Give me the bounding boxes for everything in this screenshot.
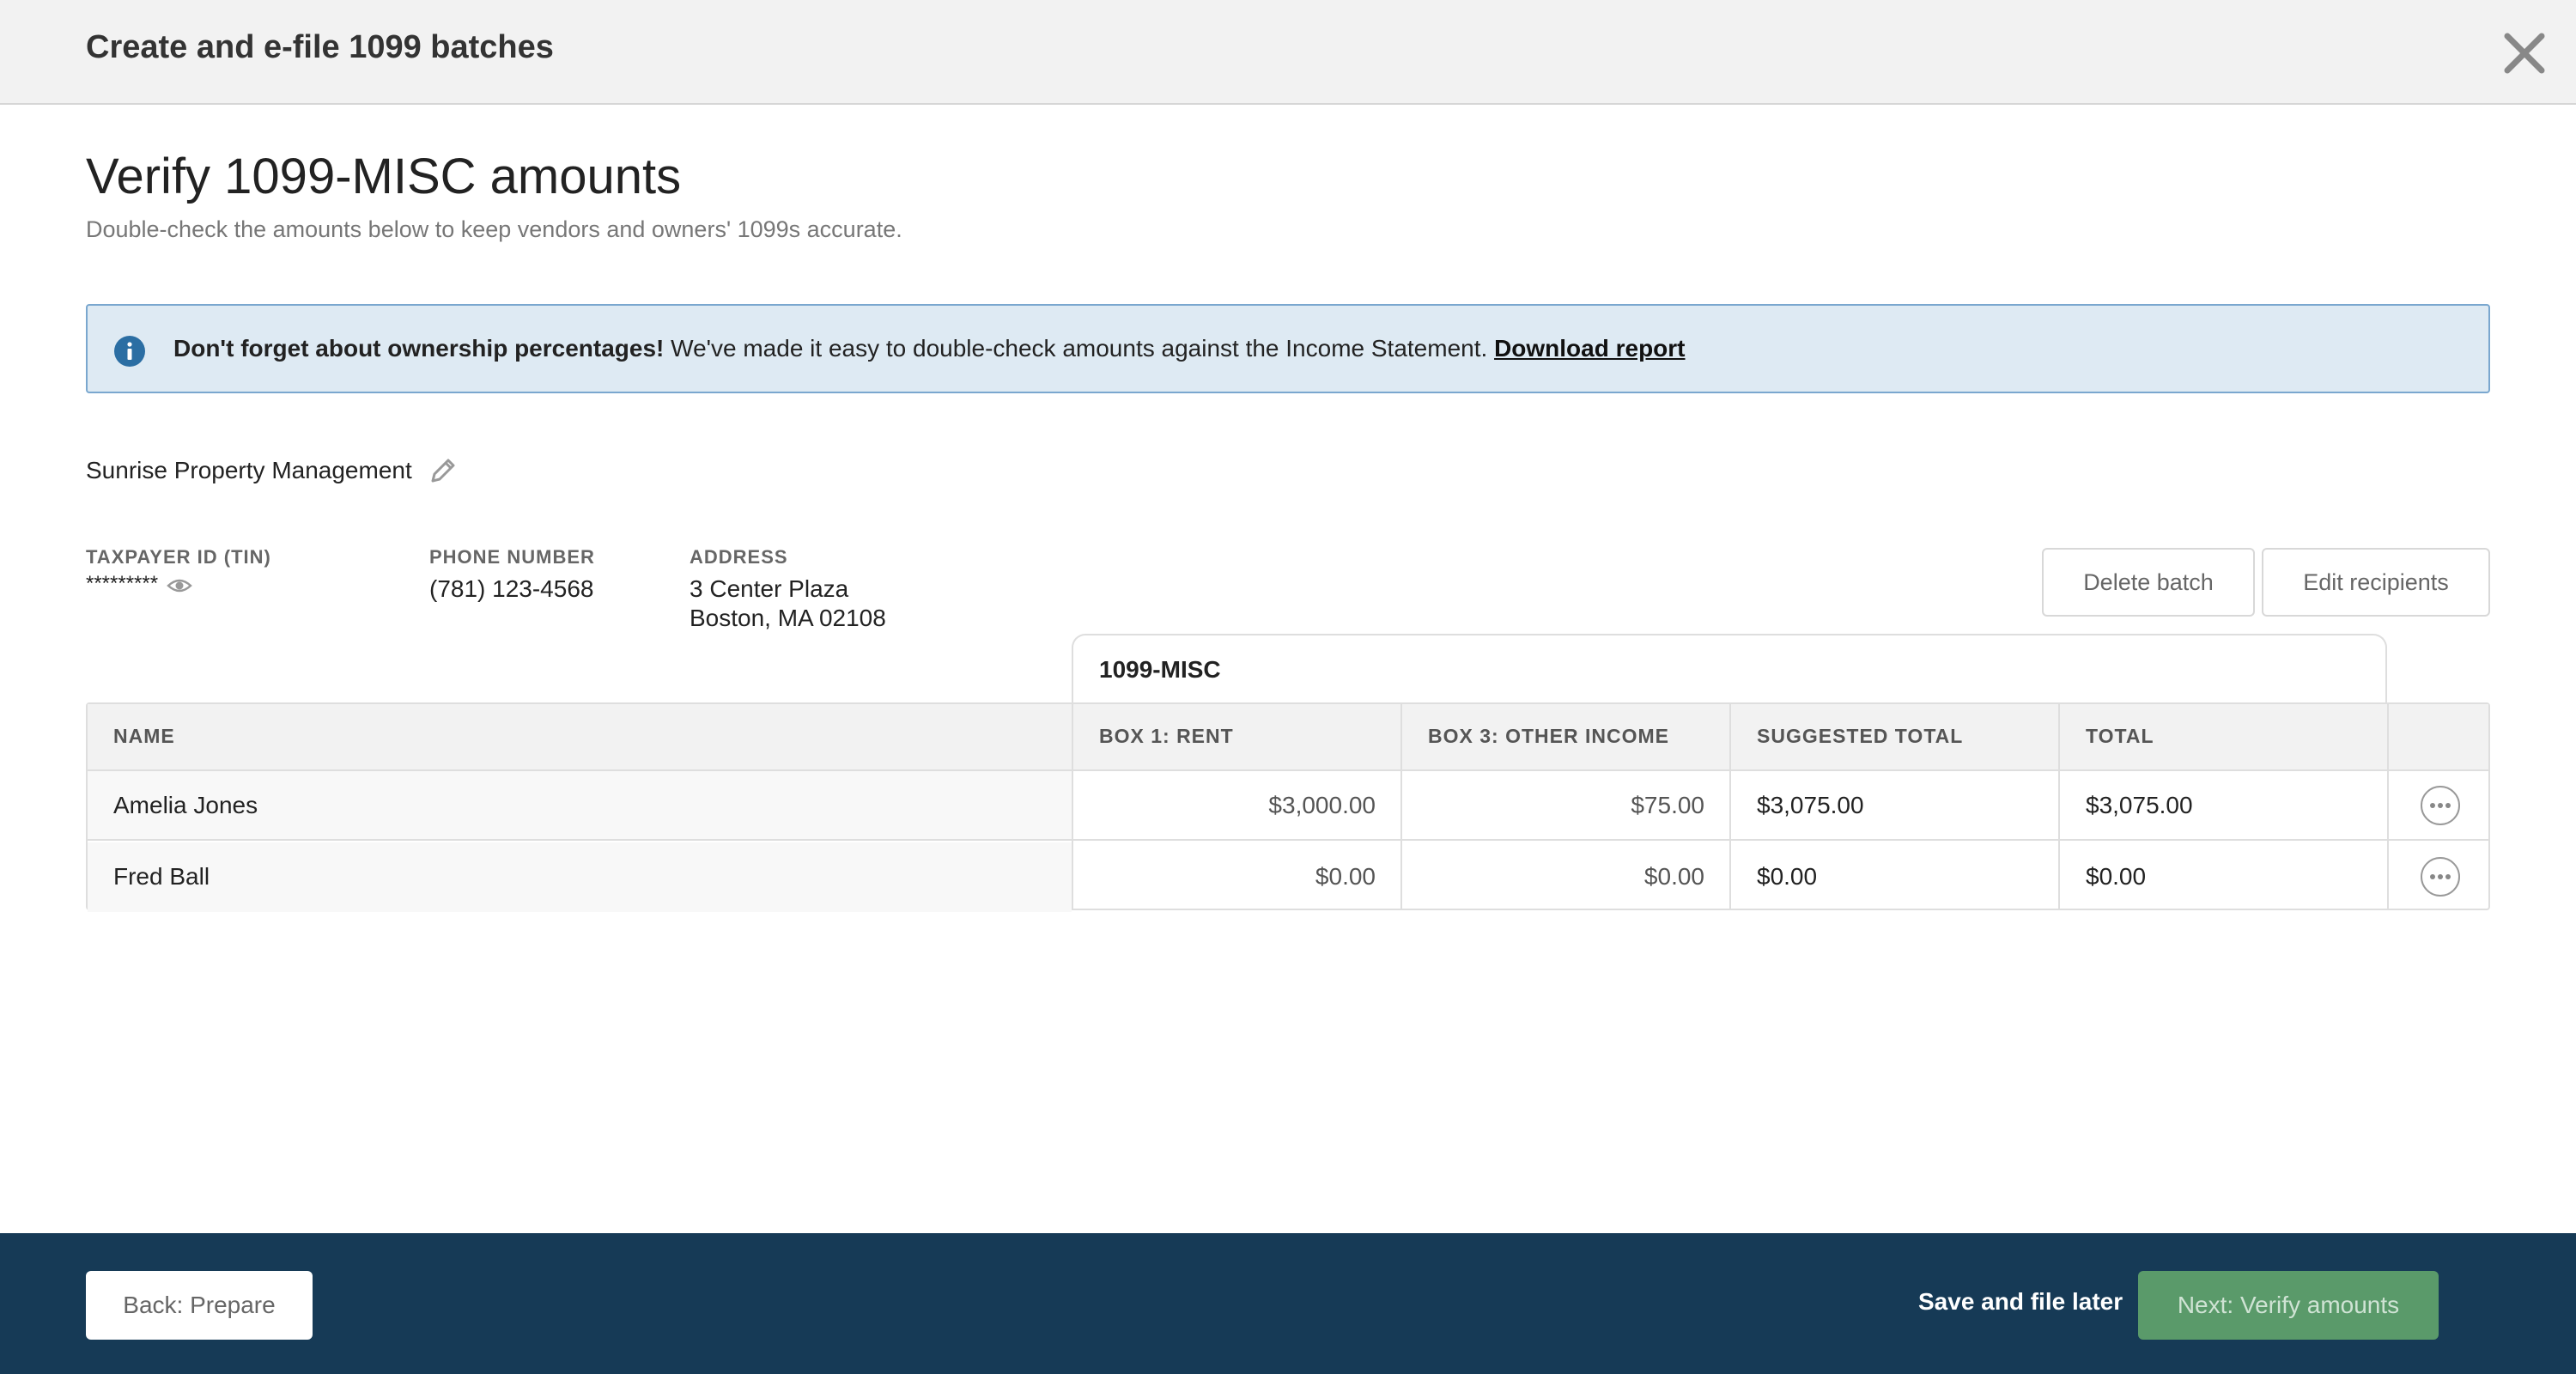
modal-title: Create and e-file 1099 batches [86, 29, 554, 65]
table-header: NAME BOX 1: RENT BOX 3: OTHER INCOME SUG… [88, 704, 2488, 771]
save-and-file-later-link[interactable]: Save and file later [1918, 1288, 2123, 1316]
suggested-total-value: $0.00 [1757, 863, 1818, 890]
address-label: ADDRESS [690, 546, 788, 568]
suggested-total-value: $3,075.00 [1757, 792, 1864, 818]
alert-bold-text: Don't forget about ownership percentages… [173, 335, 665, 362]
company-name: Sunrise Property Management [86, 457, 412, 483]
address-line1: 3 Center Plaza [690, 575, 849, 602]
col-name: NAME [113, 725, 175, 747]
pencil-icon[interactable] [426, 453, 460, 488]
footer-bar: Back: Prepare Save and file later Next: … [0, 1233, 2576, 1374]
edit-recipients-button[interactable]: Edit recipients [2262, 548, 2490, 617]
delete-batch-button[interactable]: Delete batch [2042, 548, 2255, 617]
page-subtitle: Double-check the amounts below to keep v… [86, 216, 902, 242]
phone-label: PHONE NUMBER [429, 546, 595, 568]
next-verify-amounts-button[interactable]: Next: Verify amounts [2138, 1271, 2439, 1340]
download-report-link[interactable]: Download report [1494, 335, 1685, 362]
col-box3-other-income: BOX 3: OTHER INCOME [1428, 725, 1669, 747]
form-group-header: 1099-MISC [1072, 634, 2387, 704]
amounts-table: NAME BOX 1: RENT BOX 3: OTHER INCOME SUG… [86, 702, 2490, 912]
table-row: Amelia Jones $3,000.00 $75.00 $3,075.00 … [88, 771, 2488, 841]
col-box1-rent: BOX 1: RENT [1099, 725, 1234, 747]
tin-value: ********* [86, 572, 159, 595]
phone-value: (781) 123-4568 [429, 575, 594, 602]
info-icon [113, 335, 146, 368]
box1-rent-value[interactable]: $3,000.00 [1084, 792, 1376, 819]
eye-icon[interactable] [167, 575, 192, 596]
recipient-name: Fred Ball [113, 863, 210, 890]
box1-rent-value[interactable]: $0.00 [1084, 863, 1376, 891]
tin-label: TAXPAYER ID (TIN) [86, 546, 271, 568]
col-total: TOTAL [2086, 725, 2154, 747]
form-group-label: 1099-MISC [1099, 656, 1221, 683]
close-icon[interactable] [2499, 27, 2550, 79]
alert-body-text: We've made it easy to double-check amoun… [664, 335, 1495, 362]
table-row: Fred Ball $0.00 $0.00 $0.00 $0.00 [88, 842, 2488, 912]
alert-message: Don't forget about ownership percentages… [173, 335, 1686, 362]
recipient-name: Amelia Jones [113, 792, 258, 818]
info-alert: Don't forget about ownership percentages… [86, 304, 2490, 393]
page-title: Verify 1099-MISC amounts [86, 149, 682, 204]
total-value: $0.00 [2086, 863, 2147, 890]
back-prepare-button[interactable]: Back: Prepare [86, 1271, 313, 1340]
modal-header: Create and e-file 1099 batches [0, 0, 2576, 105]
address-line2: Boston, MA 02108 [690, 605, 886, 631]
total-value: $3,075.00 [2086, 792, 2193, 818]
more-options-icon[interactable] [2420, 785, 2461, 826]
more-options-icon[interactable] [2420, 856, 2461, 897]
col-suggested-total: SUGGESTED TOTAL [1757, 725, 1964, 747]
box3-other-income-value[interactable]: $75.00 [1413, 792, 1704, 819]
box3-other-income-value[interactable]: $0.00 [1413, 863, 1704, 891]
